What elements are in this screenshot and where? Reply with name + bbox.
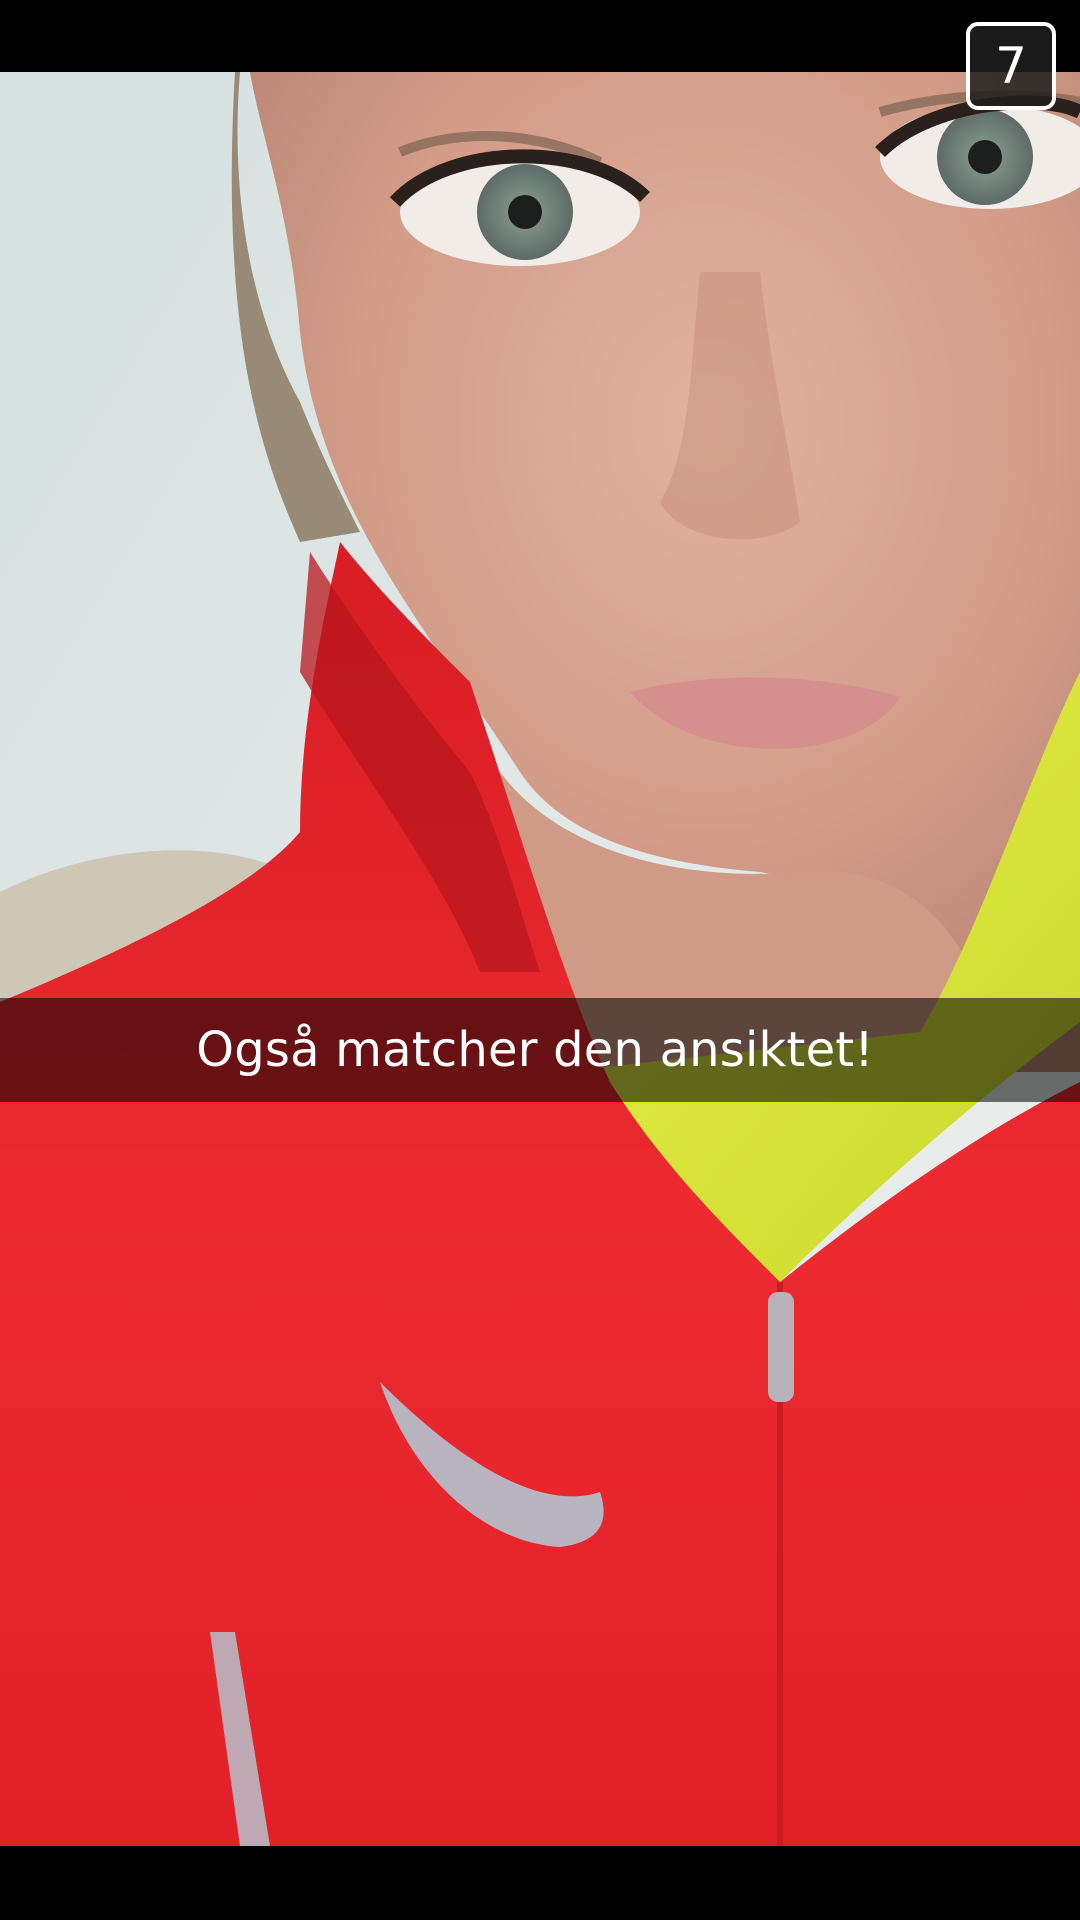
snap-timer: 7 (966, 22, 1056, 110)
bottom-letterbox (0, 1846, 1080, 1920)
caption-bar: Også matcher den ansiktet! (0, 998, 1080, 1102)
zipper-pull (768, 1292, 794, 1402)
left-pupil (508, 195, 542, 229)
snap-viewer[interactable]: Også matcher den ansiktet! 7 (0, 0, 1080, 1920)
caption-text: Også matcher den ansiktet! (196, 1022, 874, 1078)
top-letterbox (0, 0, 1080, 72)
snap-photo[interactable] (0, 72, 1080, 1846)
right-pupil (968, 140, 1002, 174)
